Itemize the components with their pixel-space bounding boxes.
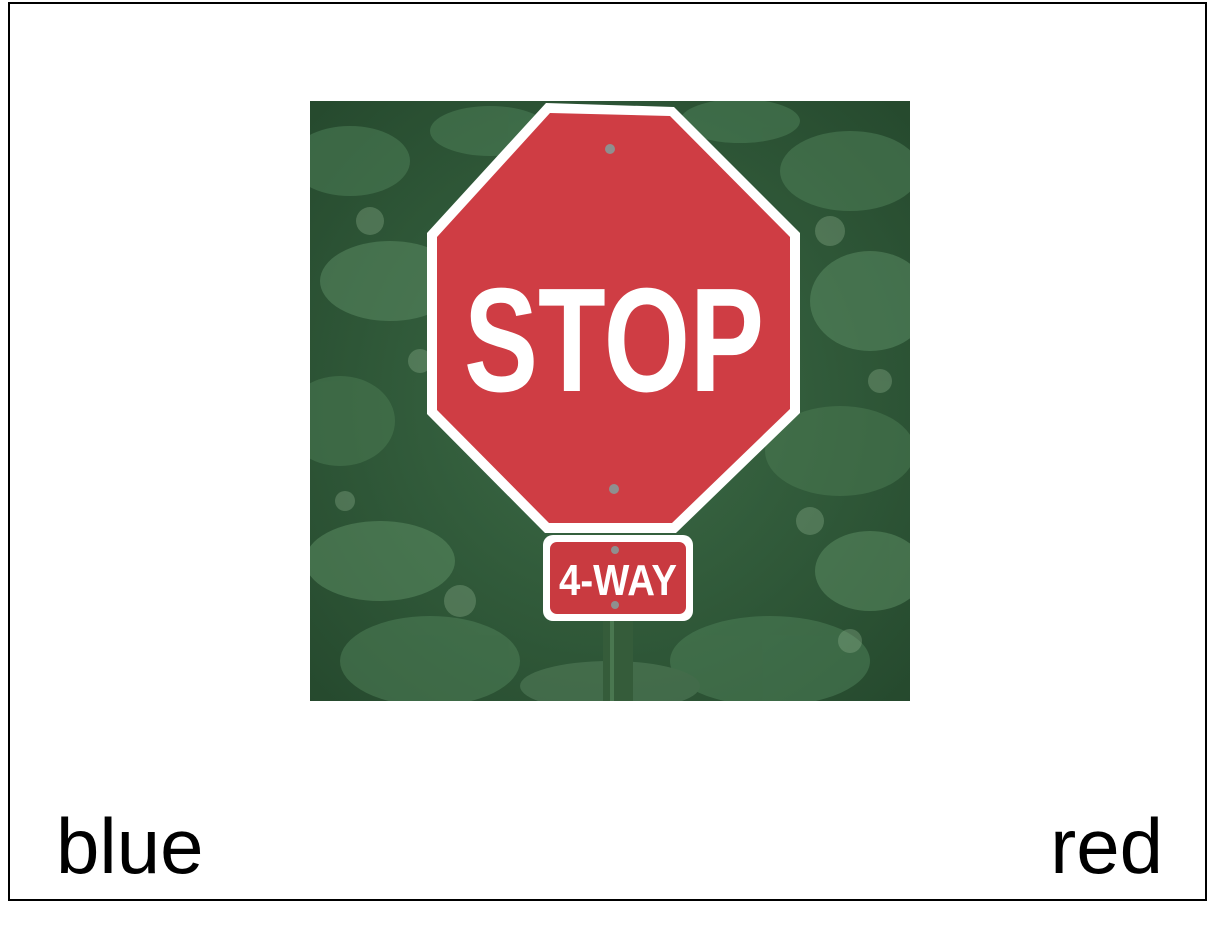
sign-post <box>603 616 633 701</box>
stop-sign-image: STOP 4-WAY <box>310 101 910 701</box>
sign-bolt <box>605 144 615 154</box>
four-way-text: 4-WAY <box>559 556 677 605</box>
answer-option-red[interactable]: red <box>1050 796 1163 896</box>
stop-text: STOP <box>464 258 764 423</box>
quiz-card: STOP 4-WAY blue red <box>8 2 1207 901</box>
answer-option-blue[interactable]: blue <box>56 796 203 896</box>
sign-bolt <box>609 484 619 494</box>
stop-sign-photo: STOP 4-WAY <box>310 101 910 701</box>
